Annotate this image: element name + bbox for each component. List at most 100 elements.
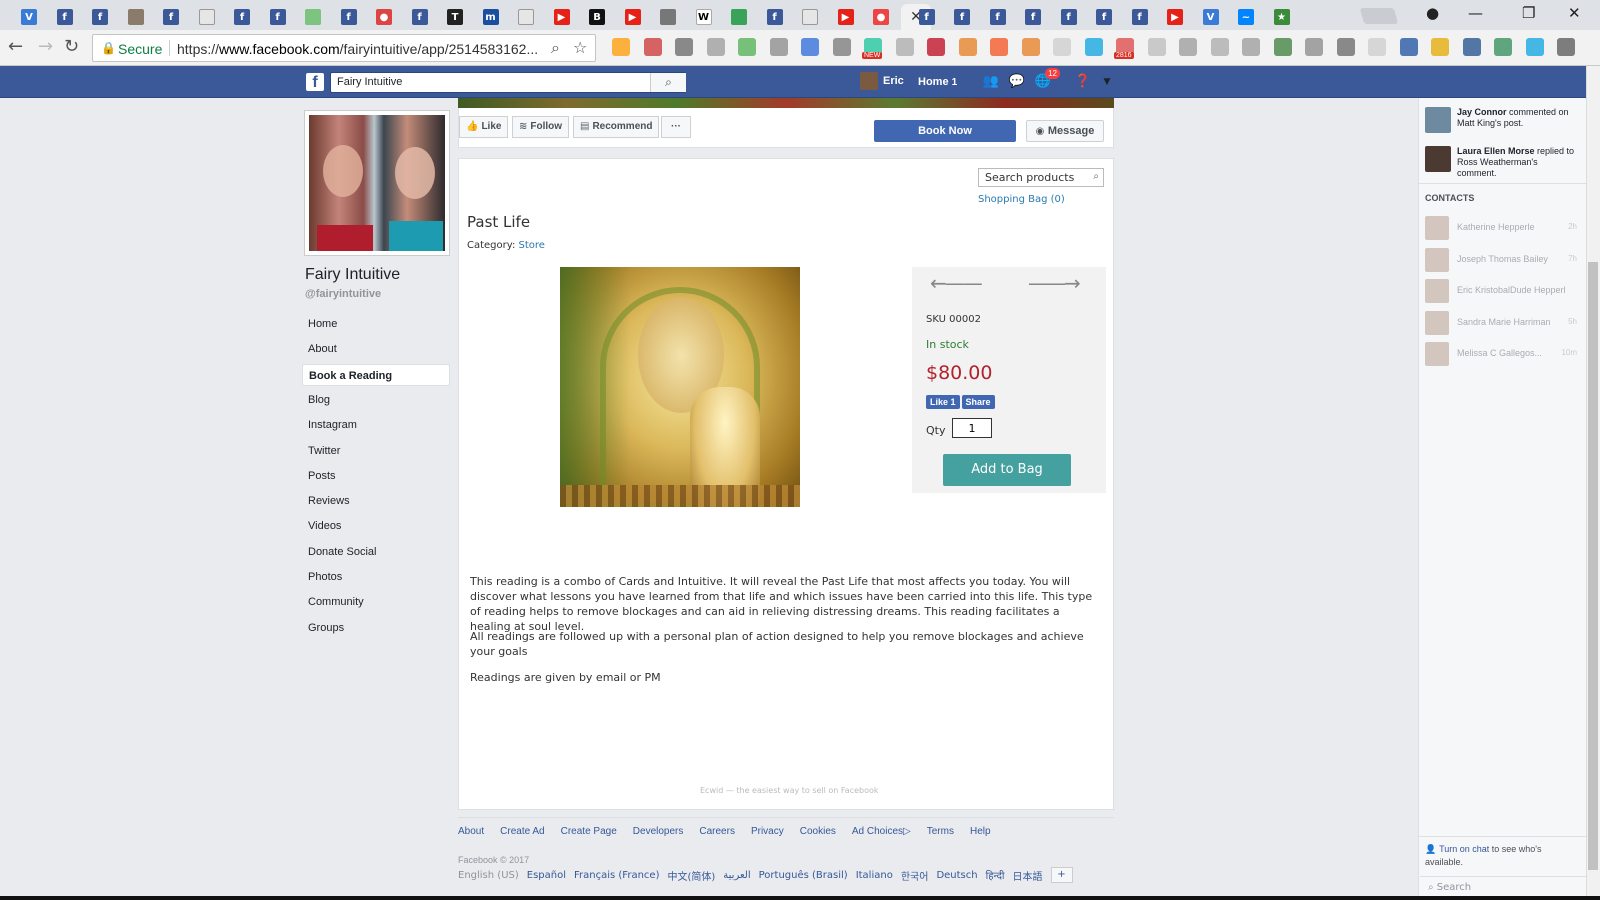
more-languages-button[interactable]: + xyxy=(1050,867,1073,883)
screenshot-icon[interactable] xyxy=(958,38,977,56)
shield-icon[interactable] xyxy=(1368,38,1386,56)
browser-tab[interactable]: f xyxy=(760,4,790,30)
back-icon[interactable]: ← xyxy=(8,38,23,56)
page-nav-item[interactable]: Book a Reading xyxy=(302,363,450,386)
browser-tab[interactable] xyxy=(724,4,754,30)
browser-tab[interactable]: f xyxy=(156,4,186,30)
browser-tab[interactable]: ▶ xyxy=(831,4,861,30)
browser-tab[interactable] xyxy=(121,4,151,30)
zoom-icon[interactable]: ⌕ xyxy=(551,38,560,58)
gear-icon[interactable] xyxy=(1431,38,1449,56)
next-product-arrow-icon[interactable]: ——→ xyxy=(1028,273,1081,293)
forward-icon[interactable]: → xyxy=(38,38,53,56)
browser-tab[interactable] xyxy=(653,4,683,30)
contact-item[interactable]: Eric KristobalDude Hepperle xyxy=(1425,279,1583,303)
add-to-bag-button[interactable]: Add to Bag xyxy=(943,454,1071,486)
browser-tab[interactable]: f xyxy=(1018,4,1048,30)
swirl-icon[interactable] xyxy=(1525,38,1544,56)
browser-tab[interactable]: f xyxy=(263,4,293,30)
grid-icon[interactable] xyxy=(1053,38,1071,56)
product-search-input[interactable]: Search products ⌕ xyxy=(978,168,1104,187)
language-link[interactable]: Français (France) xyxy=(574,870,659,881)
browser-tab[interactable]: ~ xyxy=(1231,4,1261,30)
puzzle-icon[interactable] xyxy=(706,38,725,56)
search-icon[interactable]: ⌕ xyxy=(650,73,686,92)
page-nav-item[interactable]: Home xyxy=(302,313,450,335)
tag-icon[interactable] xyxy=(1305,38,1323,56)
product-image[interactable] xyxy=(560,267,800,507)
ecwid-credit-link[interactable]: Ecwid — the easiest way to sell on Faceb… xyxy=(700,786,879,795)
home-link[interactable]: Home 1 xyxy=(918,76,957,88)
account-menu-icon[interactable]: ▼ xyxy=(1098,73,1116,91)
language-link[interactable]: العربية xyxy=(723,870,750,881)
browser-tab[interactable] xyxy=(795,4,825,30)
message-button[interactable]: ◉ Message xyxy=(1026,120,1104,142)
page-nav-item[interactable]: Photos xyxy=(302,566,450,588)
c-icon[interactable] xyxy=(1210,38,1229,56)
footer-link[interactable]: Terms xyxy=(927,826,954,837)
reload-icon[interactable]: ↻ xyxy=(64,38,79,56)
page-nav-item[interactable]: Groups xyxy=(302,617,450,639)
bar-icon[interactable] xyxy=(1021,38,1040,56)
browser-tab[interactable]: m xyxy=(476,4,506,30)
wifi-icon[interactable] xyxy=(769,38,788,56)
column-icon[interactable] xyxy=(1242,38,1260,56)
tools-icon[interactable] xyxy=(1179,38,1197,56)
follow-button[interactable]: ≋ Follow xyxy=(512,116,570,138)
bw-icon[interactable] xyxy=(1494,38,1512,56)
page-profile-photo[interactable] xyxy=(304,110,450,256)
browser-tab[interactable]: f xyxy=(912,4,942,30)
footer-link[interactable]: Create Ad xyxy=(500,826,544,837)
plus-icon[interactable] xyxy=(990,38,1008,56)
page-nav-item[interactable]: Twitter xyxy=(302,440,450,462)
search-icon[interactable] xyxy=(1084,38,1103,56)
language-link[interactable]: 日本語 xyxy=(1013,868,1043,883)
contact-item[interactable]: Katherine Hepperle 2h xyxy=(1425,216,1583,240)
page-nav-item[interactable]: Community xyxy=(302,591,450,613)
footer-link[interactable]: Developers xyxy=(633,826,684,837)
browser-tab[interactable]: f xyxy=(1089,4,1119,30)
shopping-bag-link[interactable]: Shopping Bag (0) xyxy=(978,194,1065,205)
s-icon[interactable] xyxy=(1336,38,1355,56)
browser-tab[interactable] xyxy=(511,4,541,30)
new-tab-button[interactable] xyxy=(1359,8,1399,24)
gear-icon[interactable] xyxy=(832,38,851,56)
browser-tab[interactable]: T xyxy=(440,4,470,30)
footer-link[interactable]: Careers xyxy=(699,826,735,837)
browser-tab[interactable]: V xyxy=(1196,4,1226,30)
browser-tab[interactable]: B xyxy=(582,4,612,30)
browser-tab[interactable]: W xyxy=(689,4,719,30)
page-nav-item[interactable]: Videos xyxy=(302,515,450,537)
restore-icon[interactable]: ❐ xyxy=(1522,4,1535,22)
window-icon[interactable] xyxy=(895,38,914,56)
help-icon[interactable]: ❓ xyxy=(1074,73,1092,91)
page-nav-item[interactable]: Instagram xyxy=(302,414,450,436)
contact-item[interactable]: Sandra Marie Harriman 5h xyxy=(1425,310,1583,335)
bookmark-star-icon[interactable]: ☆ xyxy=(573,38,587,57)
chrome-icon[interactable] xyxy=(738,38,756,56)
quantity-input[interactable] xyxy=(952,418,992,438)
category-link[interactable]: Store xyxy=(519,240,545,251)
dashboard-icon[interactable] xyxy=(1273,38,1292,56)
magnet-icon[interactable] xyxy=(643,38,662,56)
footer-link[interactable]: Cookies xyxy=(800,826,836,837)
browser-tab[interactable]: ▶ xyxy=(1160,4,1190,30)
browser-tab[interactable]: ▶ xyxy=(547,4,577,30)
browser-tab[interactable] xyxy=(298,4,328,30)
dropper-icon[interactable] xyxy=(675,38,693,56)
ticker-item[interactable]: Jay Connor commented on Matt King's post… xyxy=(1425,107,1575,133)
footer-link[interactable]: Ad Choices xyxy=(852,826,903,837)
profile-link[interactable]: Eric xyxy=(860,72,904,90)
menu-icon[interactable] xyxy=(1557,38,1575,56)
browser-tab[interactable]: f xyxy=(50,4,80,30)
more-button[interactable]: ··· xyxy=(661,116,691,138)
browser-tab[interactable]: V xyxy=(14,4,44,30)
previous-product-arrow-icon[interactable]: ←—— xyxy=(930,273,983,293)
page-nav-item[interactable]: About xyxy=(302,338,450,360)
browser-tab[interactable]: f xyxy=(85,4,115,30)
close-window-icon[interactable]: ✕ xyxy=(1568,4,1581,22)
browser-tab[interactable]: f xyxy=(983,4,1013,30)
friend-requests-icon[interactable]: 👥 xyxy=(982,73,1000,91)
profile-icon[interactable]: ● xyxy=(1426,4,1439,22)
footer-link[interactable]: Create Page xyxy=(561,826,617,837)
